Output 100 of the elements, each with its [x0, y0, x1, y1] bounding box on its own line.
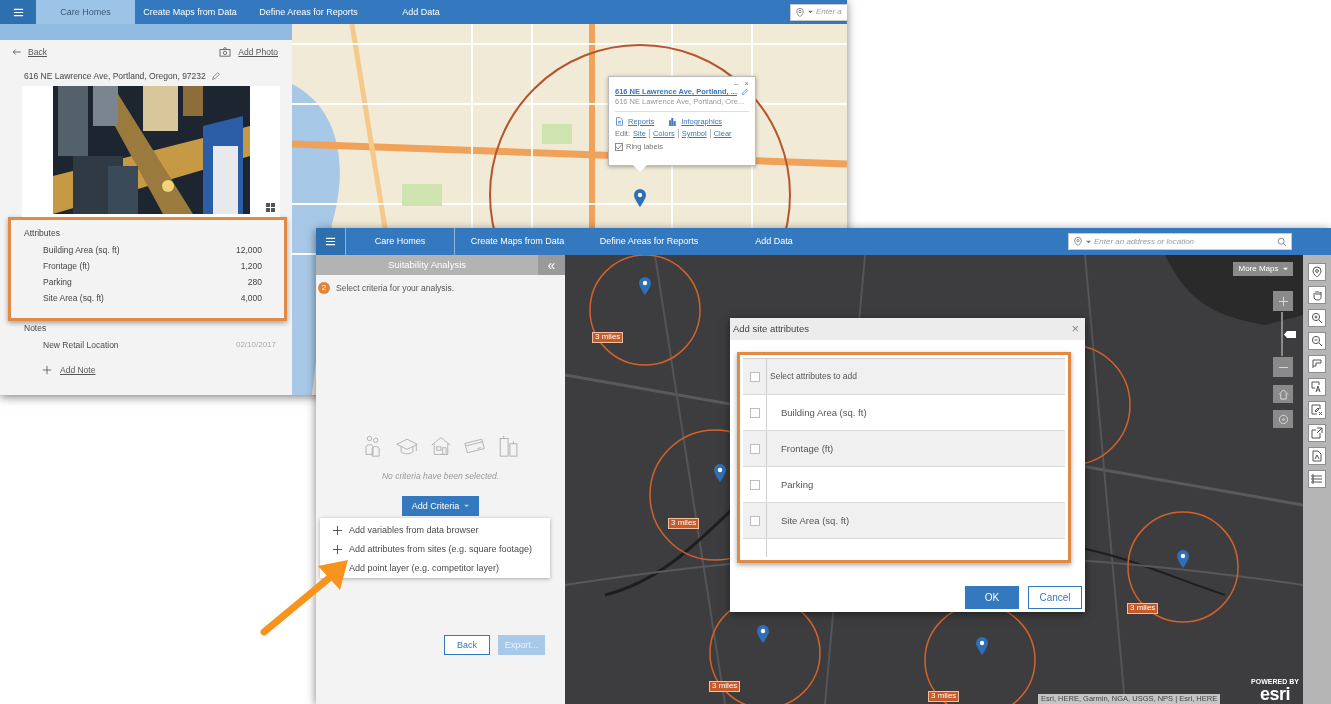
caret-icon — [1282, 267, 1288, 271]
attribute-name: Parking — [43, 276, 72, 288]
note-date: 02/10/2017 — [235, 340, 276, 350]
checkbox[interactable] — [749, 479, 760, 490]
zoom-in-button[interactable] — [1273, 291, 1293, 311]
location-pin-icon — [1073, 236, 1083, 247]
attribute-name: Building Area (sq. ft) — [43, 244, 120, 256]
nav-tab[interactable]: Add Data — [372, 0, 470, 24]
toolbar-button[interactable] — [1308, 447, 1326, 465]
menu-button[interactable] — [316, 228, 345, 255]
more-maps-button[interactable]: More Maps — [1233, 262, 1293, 276]
attribute-name: Building Area (sq. ft) — [780, 405, 867, 420]
ring-label: 3 miles — [709, 681, 741, 692]
attribute-name: Parking — [780, 477, 814, 492]
toolbar-button[interactable] — [1308, 332, 1326, 350]
step-badge: 2 — [318, 282, 330, 294]
nav-tab[interactable]: Create Maps from Data — [455, 228, 580, 255]
toolbar-button[interactable] — [1308, 424, 1326, 442]
text-frame-icon — [1311, 381, 1323, 393]
search-bar[interactable]: Enter a — [790, 3, 847, 21]
checkbox[interactable] — [749, 443, 760, 454]
attribute-name: Site Area (sq. ft) — [780, 513, 850, 528]
checkbox[interactable] — [749, 407, 760, 418]
locate-button[interactable] — [1273, 410, 1293, 428]
edit-icon[interactable] — [741, 87, 749, 96]
nav-tab[interactable]: Add Data — [718, 228, 830, 255]
list-icon — [1311, 473, 1323, 485]
bar-chart-icon — [668, 117, 678, 126]
map-pin[interactable] — [639, 277, 651, 295]
panel-title: Suitability Analysis — [386, 258, 468, 273]
checkbox[interactable] — [615, 142, 623, 151]
caret-icon — [808, 10, 813, 14]
cancel-button[interactable]: Cancel — [1028, 586, 1082, 609]
note-title[interactable]: New Retail Location — [43, 339, 119, 351]
logo-text: esri — [1260, 686, 1290, 703]
add-note-link[interactable]: Add Note — [0, 364, 292, 376]
empty-message: No criteria have been selected. — [380, 471, 501, 482]
caret-icon — [1086, 239, 1091, 244]
back-button[interactable]: Back — [444, 635, 490, 655]
plus-icon — [332, 525, 343, 536]
close-button[interactable]: × — [744, 79, 749, 87]
menu-item[interactable]: Add variables from data browser — [320, 521, 550, 540]
menu-item[interactable]: Add attributes from sites (e.g. square footage) — [320, 540, 550, 559]
section-heading: Attributes — [24, 228, 61, 240]
map-pin[interactable] — [1177, 550, 1189, 568]
share-icon — [1311, 427, 1323, 439]
toolbar-button[interactable] — [1308, 263, 1326, 281]
buildings-icon — [497, 435, 520, 457]
checkbox[interactable] — [749, 371, 760, 382]
toolbar-button[interactable] — [1308, 355, 1326, 373]
nav-tab[interactable]: Define Areas for Reports — [580, 228, 718, 255]
location-pin-icon — [795, 6, 805, 18]
ok-button[interactable]: OK — [965, 586, 1019, 609]
ring-label: 3 miles — [592, 332, 624, 343]
toolbar-button[interactable] — [1308, 286, 1326, 304]
map-pin[interactable] — [634, 189, 646, 207]
map-pin[interactable] — [757, 625, 769, 643]
zoom-out-button[interactable] — [1273, 357, 1293, 377]
floor-plan-icon — [1311, 358, 1323, 370]
attribute-value: 280 — [247, 276, 262, 288]
menu-icon — [12, 6, 24, 18]
home-icon — [1277, 388, 1289, 400]
document-icon — [615, 117, 624, 126]
collapse-button[interactable]: « — [538, 255, 565, 275]
toolbar-button[interactable] — [1308, 470, 1326, 488]
caret-icon — [464, 504, 470, 509]
section-heading: Notes — [23, 322, 48, 335]
zoom-in-icon — [1277, 295, 1289, 307]
edit-icon[interactable] — [210, 71, 221, 81]
minimize-button[interactable]: – — [733, 79, 739, 87]
attribute-name: Site Area (sq. ft) — [43, 292, 104, 304]
zoom-out-icon — [1311, 335, 1323, 347]
close-button[interactable]: × — [1071, 321, 1079, 337]
nav-tab[interactable]: Create Maps from Data — [135, 0, 245, 24]
attribute-value: 12,000 — [236, 244, 262, 256]
plus-icon — [332, 544, 343, 555]
search-field[interactable]: Enter an address or location — [1094, 236, 1274, 247]
search-bar[interactable]: Enter an address or location — [1068, 233, 1292, 250]
menu-button[interactable] — [0, 0, 36, 24]
toolbar-button[interactable] — [1308, 401, 1326, 419]
zoom-slider[interactable] — [1281, 312, 1295, 356]
toolbar-button[interactable] — [1308, 378, 1326, 396]
add-photo-link[interactable]: Add Photo — [219, 46, 278, 58]
back-link[interactable]: Back — [11, 46, 47, 58]
toolbar-button[interactable] — [1308, 309, 1326, 327]
nav-tab[interactable]: Care Homes — [36, 0, 135, 24]
menu-item[interactable]: Add point layer (e.g. competitor layer) — [320, 559, 550, 578]
edit-frame-icon — [1311, 404, 1323, 416]
attribute-value: 1,200 — [240, 260, 262, 272]
ring-label: 3 miles — [1127, 603, 1159, 614]
checkbox[interactable] — [749, 515, 760, 526]
slider-thumb[interactable] — [1284, 330, 1296, 338]
nav-tab[interactable]: Define Areas for Reports — [245, 0, 372, 24]
map-pin[interactable] — [714, 464, 726, 482]
add-criteria-button[interactable]: Add Criteria — [402, 496, 479, 517]
attribute-name: Frontage (ft) — [780, 441, 834, 456]
map-pin[interactable] — [976, 637, 988, 655]
dialog-title: Add site attributes — [733, 323, 810, 335]
search-field[interactable]: Enter a — [816, 7, 847, 17]
gallery-icon[interactable] — [266, 203, 275, 212]
